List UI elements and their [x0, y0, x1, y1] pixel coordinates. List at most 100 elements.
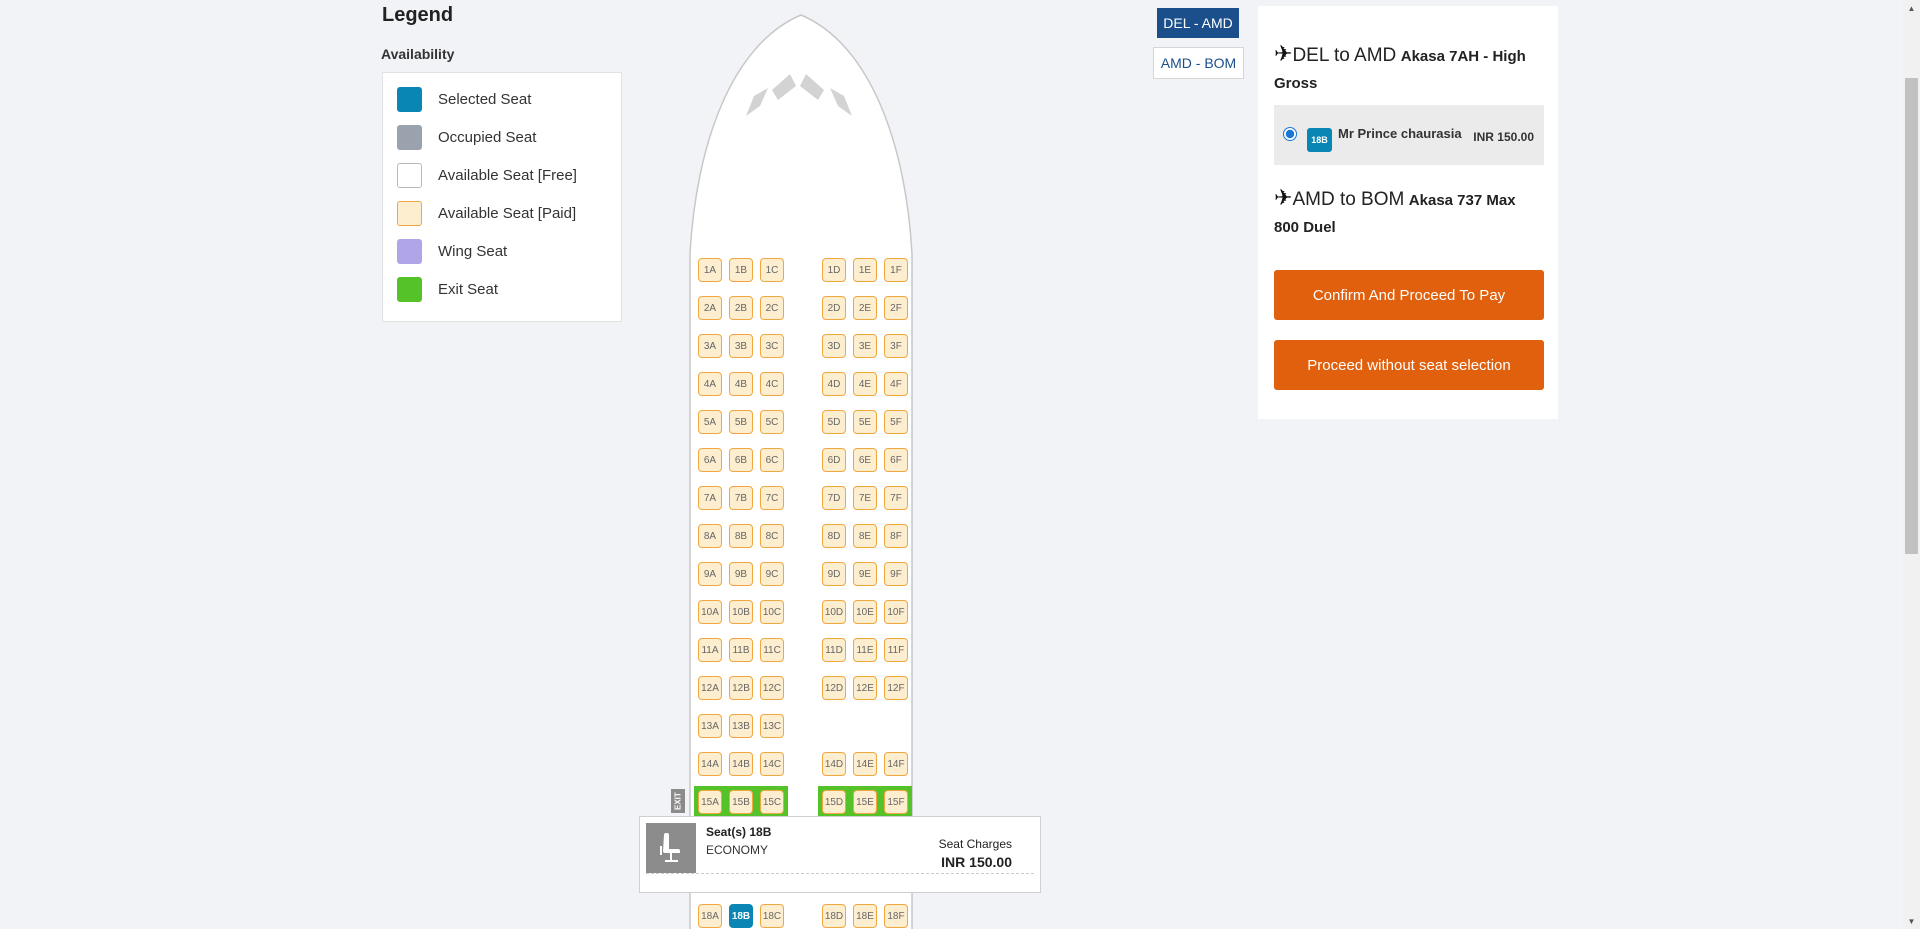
seat-7D[interactable]: 7D: [822, 486, 846, 510]
seat-2C[interactable]: 2C: [760, 296, 784, 320]
seat-3A[interactable]: 3A: [698, 334, 722, 358]
page-scrollbar[interactable]: ▲ ▼: [1903, 0, 1920, 929]
seat-18E[interactable]: 18E: [853, 904, 877, 928]
seat-13C[interactable]: 13C: [760, 714, 784, 738]
seat-3D[interactable]: 3D: [822, 334, 846, 358]
seat-1E[interactable]: 1E: [853, 258, 877, 282]
confirm-and-pay-button[interactable]: Confirm And Proceed To Pay: [1274, 270, 1544, 320]
seat-8D[interactable]: 8D: [822, 524, 846, 548]
seat-2B[interactable]: 2B: [729, 296, 753, 320]
seat-6C[interactable]: 6C: [760, 448, 784, 472]
seat-7B[interactable]: 7B: [729, 486, 753, 510]
seat-12A[interactable]: 12A: [698, 676, 722, 700]
seat-14F[interactable]: 14F: [884, 752, 908, 776]
seat-12F[interactable]: 12F: [884, 676, 908, 700]
seat-6D[interactable]: 6D: [822, 448, 846, 472]
seat-1C[interactable]: 1C: [760, 258, 784, 282]
seat-6F[interactable]: 6F: [884, 448, 908, 472]
proceed-without-seat-button[interactable]: Proceed without seat selection: [1274, 340, 1544, 390]
seat-6B[interactable]: 6B: [729, 448, 753, 472]
seat-13B[interactable]: 13B: [729, 714, 753, 738]
seat-11E[interactable]: 11E: [853, 638, 877, 662]
seat-6E[interactable]: 6E: [853, 448, 877, 472]
seat-18A[interactable]: 18A: [698, 904, 722, 928]
seat-12D[interactable]: 12D: [822, 676, 846, 700]
seat-4D[interactable]: 4D: [822, 372, 846, 396]
seat-2D[interactable]: 2D: [822, 296, 846, 320]
seat-15D[interactable]: 15D: [822, 790, 846, 814]
seat-15A[interactable]: 15A: [698, 790, 722, 814]
seat-8A[interactable]: 8A: [698, 524, 722, 548]
seat-14B[interactable]: 14B: [729, 752, 753, 776]
seat-7E[interactable]: 7E: [853, 486, 877, 510]
seat-3E[interactable]: 3E: [853, 334, 877, 358]
seat-18F[interactable]: 18F: [884, 904, 908, 928]
passenger-radio[interactable]: [1283, 127, 1297, 141]
seat-10F[interactable]: 10F: [884, 600, 908, 624]
seat-15E[interactable]: 15E: [853, 790, 877, 814]
scrollbar-thumb[interactable]: [1905, 78, 1918, 554]
seat-9C[interactable]: 9C: [760, 562, 784, 586]
seat-12B[interactable]: 12B: [729, 676, 753, 700]
seat-14D[interactable]: 14D: [822, 752, 846, 776]
seat-4E[interactable]: 4E: [853, 372, 877, 396]
seat-4C[interactable]: 4C: [760, 372, 784, 396]
seat-9E[interactable]: 9E: [853, 562, 877, 586]
seat-18D[interactable]: 18D: [822, 904, 846, 928]
seat-10E[interactable]: 10E: [853, 600, 877, 624]
seat-14A[interactable]: 14A: [698, 752, 722, 776]
seat-15B[interactable]: 15B: [729, 790, 753, 814]
seat-3B[interactable]: 3B: [729, 334, 753, 358]
seat-9F[interactable]: 9F: [884, 562, 908, 586]
seat-4A[interactable]: 4A: [698, 372, 722, 396]
passenger-row[interactable]: 18B Mr Prince chaurasia INR 150.00: [1274, 105, 1544, 165]
seat-1A[interactable]: 1A: [698, 258, 722, 282]
seat-7A[interactable]: 7A: [698, 486, 722, 510]
seat-10D[interactable]: 10D: [822, 600, 846, 624]
seat-5B[interactable]: 5B: [729, 410, 753, 434]
seat-2F[interactable]: 2F: [884, 296, 908, 320]
seat-14C[interactable]: 14C: [760, 752, 784, 776]
seat-4B[interactable]: 4B: [729, 372, 753, 396]
seat-2E[interactable]: 2E: [853, 296, 877, 320]
seat-9B[interactable]: 9B: [729, 562, 753, 586]
seat-11F[interactable]: 11F: [884, 638, 908, 662]
seat-8B[interactable]: 8B: [729, 524, 753, 548]
seat-7F[interactable]: 7F: [884, 486, 908, 510]
seat-9D[interactable]: 9D: [822, 562, 846, 586]
seat-1B[interactable]: 1B: [729, 258, 753, 282]
seat-8E[interactable]: 8E: [853, 524, 877, 548]
scroll-up-arrow-icon[interactable]: ▲: [1903, 0, 1920, 16]
seat-1D[interactable]: 1D: [822, 258, 846, 282]
seat-5E[interactable]: 5E: [853, 410, 877, 434]
scroll-down-arrow-icon[interactable]: ▼: [1903, 913, 1920, 929]
seat-8F[interactable]: 8F: [884, 524, 908, 548]
seat-11D[interactable]: 11D: [822, 638, 846, 662]
seat-6A[interactable]: 6A: [698, 448, 722, 472]
seat-3C[interactable]: 3C: [760, 334, 784, 358]
seat-2A[interactable]: 2A: [698, 296, 722, 320]
seat-5C[interactable]: 5C: [760, 410, 784, 434]
seat-18B[interactable]: 18B: [729, 904, 753, 928]
seat-5D[interactable]: 5D: [822, 410, 846, 434]
seat-11C[interactable]: 11C: [760, 638, 784, 662]
seat-10B[interactable]: 10B: [729, 600, 753, 624]
seat-9A[interactable]: 9A: [698, 562, 722, 586]
seat-10A[interactable]: 10A: [698, 600, 722, 624]
seat-7C[interactable]: 7C: [760, 486, 784, 510]
seat-12E[interactable]: 12E: [853, 676, 877, 700]
seat-5F[interactable]: 5F: [884, 410, 908, 434]
seat-3F[interactable]: 3F: [884, 334, 908, 358]
seat-4F[interactable]: 4F: [884, 372, 908, 396]
seat-1F[interactable]: 1F: [884, 258, 908, 282]
seat-14E[interactable]: 14E: [853, 752, 877, 776]
seat-11A[interactable]: 11A: [698, 638, 722, 662]
seat-18C[interactable]: 18C: [760, 904, 784, 928]
seat-12C[interactable]: 12C: [760, 676, 784, 700]
tab-del-amd[interactable]: DEL - AMD: [1157, 8, 1239, 38]
seat-8C[interactable]: 8C: [760, 524, 784, 548]
seat-15F[interactable]: 15F: [884, 790, 908, 814]
seat-13A[interactable]: 13A: [698, 714, 722, 738]
tab-amd-bom[interactable]: AMD - BOM: [1153, 47, 1244, 79]
seat-5A[interactable]: 5A: [698, 410, 722, 434]
